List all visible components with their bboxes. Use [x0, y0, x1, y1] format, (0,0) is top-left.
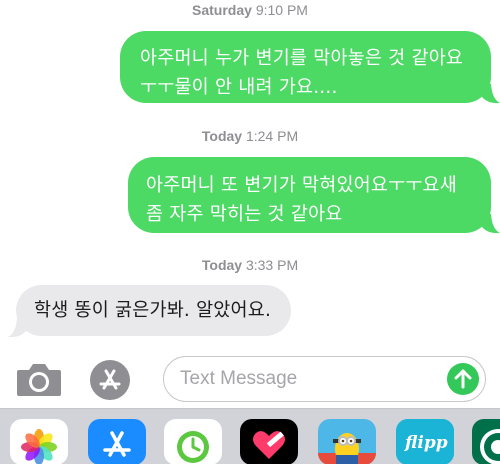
- message-input[interactable]: [180, 365, 430, 393]
- timestamp: Today 1:24 PM: [0, 128, 500, 144]
- message-bubble-sent[interactable]: 아주머니 또 변기가 막혀있어요ㅜㅜ요새 좀 자주 막히는 것 같아요: [128, 157, 491, 233]
- message-line: 좀 자주 막히는 것 같아요: [146, 204, 343, 225]
- camera-icon: [17, 364, 61, 396]
- flipp-label: flipp: [405, 433, 448, 453]
- app-store-icon: [103, 431, 131, 457]
- message-bubble-received[interactable]: 학생 똥이 굵은가봐. 알았어요.: [16, 285, 291, 336]
- arrow-up-icon: [454, 369, 472, 389]
- clock-app[interactable]: [164, 419, 222, 464]
- message-line: 아주머니 또 변기가 막혀있어요ㅜㅜ요새: [146, 175, 457, 196]
- starbucks-app[interactable]: [472, 419, 500, 464]
- photos-app[interactable]: [10, 419, 68, 464]
- heart-icon: [253, 431, 285, 459]
- timestamp-time: 9:10 PM: [255, 2, 308, 18]
- photos-icon: [21, 429, 57, 464]
- minions-icon: [318, 433, 376, 464]
- timestamp-day: Today: [201, 128, 243, 144]
- timestamp-day: Today: [201, 257, 243, 273]
- bubble-tail: [482, 84, 500, 104]
- app-store-app[interactable]: [88, 419, 146, 464]
- app-drawer: flipp: [0, 408, 500, 464]
- bubble-tail: [8, 318, 26, 338]
- message-field[interactable]: [163, 356, 486, 402]
- timestamp-day: Saturday: [192, 2, 252, 18]
- timestamp-time: 3:33 PM: [245, 257, 299, 273]
- message-line: 학생 똥이 굵은가봐. 알았어요.: [34, 300, 272, 321]
- bubble-tail: [482, 214, 500, 234]
- timestamp: Saturday 9:10 PM: [0, 2, 500, 18]
- clock-icon: [177, 431, 209, 463]
- messages-screen: Saturday 9:10 PM 아주머니 누가 변기를 막아놓은 것 같아요 …: [0, 0, 500, 464]
- message-bubble-sent[interactable]: 아주머니 누가 변기를 막아놓은 것 같아요 ㅜㅜ물이 안 내려 가요....: [120, 31, 491, 103]
- minions-app[interactable]: [318, 419, 376, 464]
- message-line: ㅜㅜ물이 안 내려 가요....: [140, 77, 338, 98]
- send-button[interactable]: [447, 363, 479, 395]
- camera-button[interactable]: [15, 362, 63, 398]
- timestamp-time: 1:24 PM: [245, 128, 299, 144]
- app-store-icon: [99, 369, 121, 390]
- composer-bar: [0, 352, 500, 408]
- timestamp: Today 3:33 PM: [0, 257, 500, 273]
- app-store-button[interactable]: [90, 360, 130, 400]
- flipp-app[interactable]: flipp: [396, 419, 454, 464]
- message-line: 아주머니 누가 변기를 막아놓은 것 같아요: [140, 48, 464, 69]
- starbucks-icon: [480, 429, 500, 464]
- heart-app[interactable]: [240, 419, 298, 464]
